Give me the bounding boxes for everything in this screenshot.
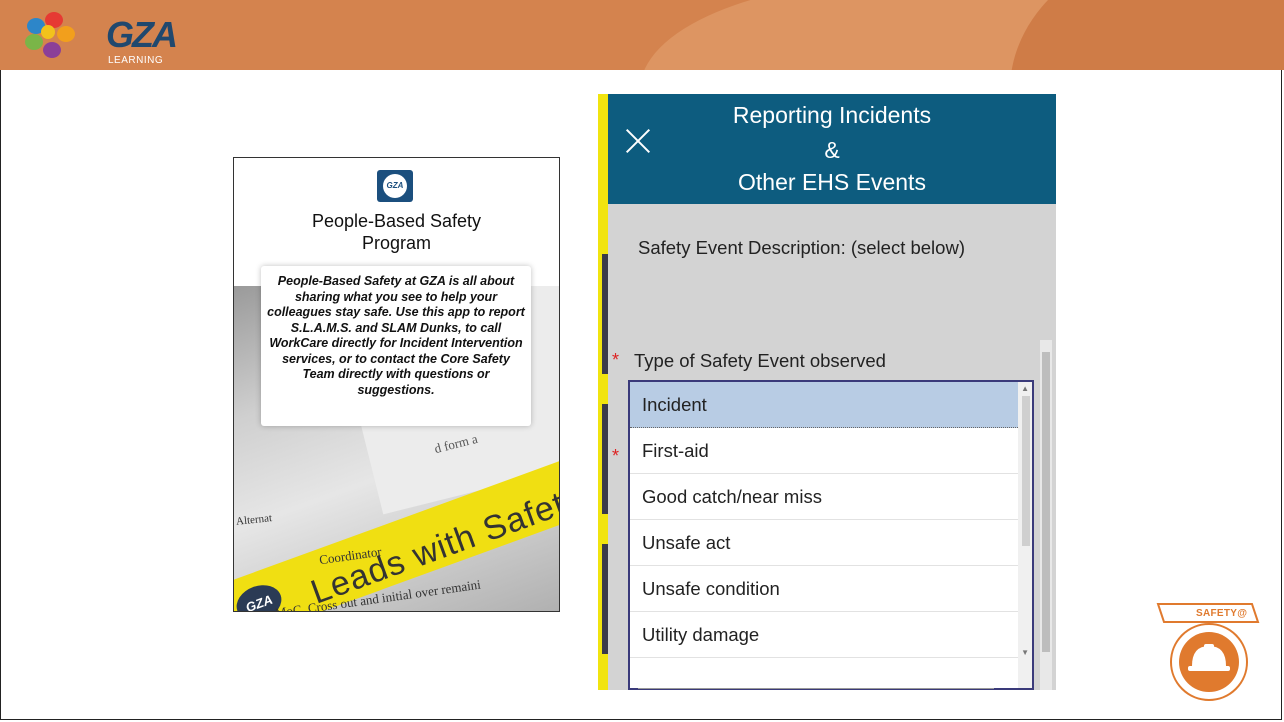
form-header: Reporting Incidents & Other EHS Events	[608, 94, 1056, 204]
option-incident[interactable]: Incident	[630, 382, 1020, 428]
badge-label: SAFETY@	[1196, 608, 1248, 619]
safety-badge: SAFETY@	[1154, 600, 1264, 704]
program-description: People-Based Safety at GZA is all about …	[261, 266, 531, 426]
app-icon-text: GZA	[383, 174, 407, 198]
option-first-aid[interactable]: First-aid	[630, 428, 1020, 474]
form-title-line1: Reporting Incidents	[732, 102, 932, 128]
form-scrollbar-thumb[interactable]	[1042, 352, 1050, 652]
side-strip	[598, 94, 608, 690]
flower-logo-icon	[25, 12, 75, 58]
gza-learning-logo: GZA LEARNING	[22, 8, 178, 66]
top-banner	[0, 0, 1284, 70]
form-title-line2: &	[824, 137, 840, 163]
event-type-label: Type of Safety Event observed	[634, 350, 886, 371]
logo-text: GZA	[106, 14, 178, 55]
dropdown-scrollbar-thumb[interactable]	[1022, 396, 1030, 546]
banner-arc	[1010, 0, 1284, 70]
program-title: People-Based Safety Program	[234, 210, 559, 254]
strip-mark	[602, 254, 608, 374]
field-underline	[638, 688, 994, 689]
incident-report-form: Reporting Incidents & Other EHS Events S…	[598, 94, 1056, 690]
option-unsafe-condition[interactable]: Unsafe condition	[630, 566, 1020, 612]
dropdown-scrollbar[interactable]: ▲ ▼	[1018, 382, 1032, 688]
option-good-catch[interactable]: Good catch/near miss	[630, 474, 1020, 520]
program-title-line2: Program	[361, 233, 432, 253]
logo-subtext: LEARNING	[108, 55, 164, 66]
required-marker: *	[612, 446, 620, 466]
strip-mark	[602, 404, 608, 514]
photo-alt-text: Alternat	[235, 512, 273, 528]
description-label: Safety Event Description: (select below)	[638, 237, 965, 258]
form-scrollbar[interactable]	[1040, 340, 1052, 690]
program-title-line1: People-Based Safety	[311, 211, 482, 231]
option-utility-damage[interactable]: Utility damage	[630, 612, 1020, 658]
strip-mark	[602, 544, 608, 654]
required-marker: *	[612, 350, 620, 370]
event-type-dropdown[interactable]: Incident First-aid Good catch/near miss …	[628, 380, 1034, 690]
form-title-line3: Other EHS Events	[738, 169, 926, 195]
app-intro-card: d form a Alternat Leads with Safety GZA …	[233, 157, 560, 612]
gza-app-icon: GZA	[377, 170, 413, 202]
scroll-down-icon[interactable]: ▼	[1021, 648, 1029, 657]
option-unsafe-act[interactable]: Unsafe act	[630, 520, 1020, 566]
scroll-up-icon[interactable]: ▲	[1021, 384, 1029, 393]
